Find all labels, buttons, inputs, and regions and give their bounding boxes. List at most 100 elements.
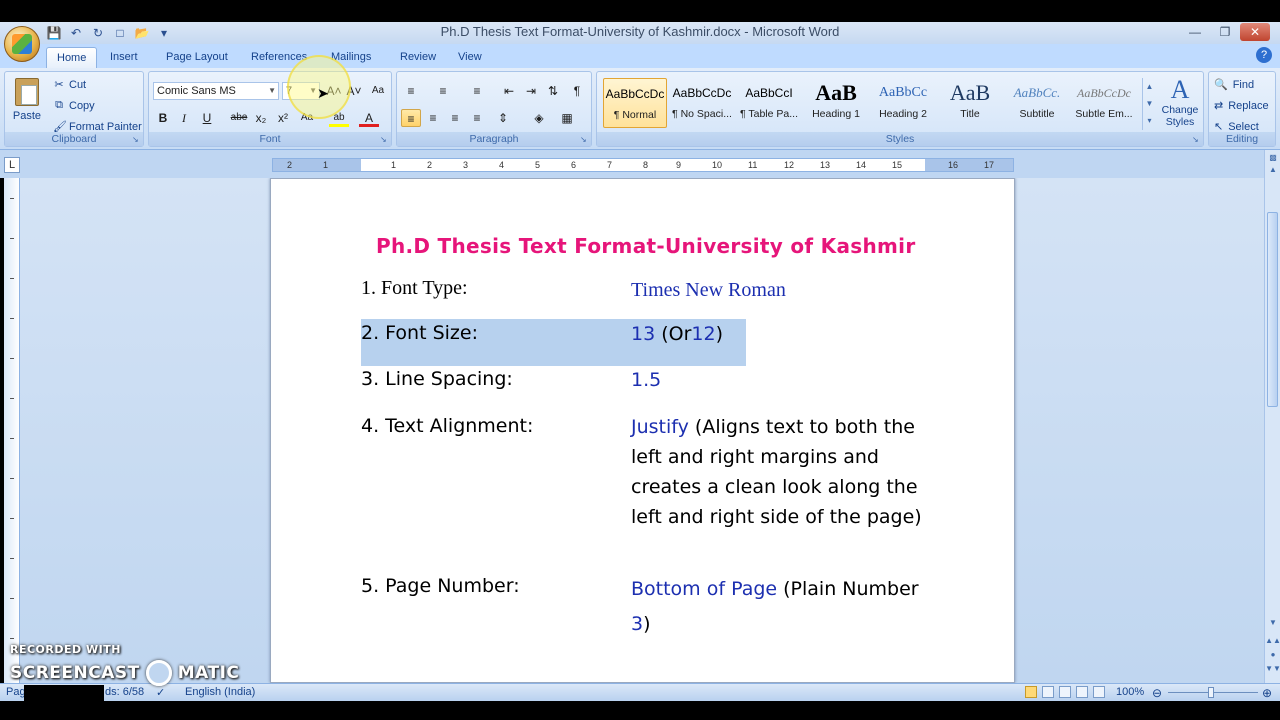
next-page-icon[interactable]: ▼▼ <box>1265 664 1280 673</box>
select-browse-object-icon[interactable]: ● <box>1265 650 1280 659</box>
tab-page-layout[interactable]: Page Layout <box>156 47 238 68</box>
find-button[interactable]: 🔍 Find <box>1214 78 1254 92</box>
editing-group-label: Editing <box>1209 132 1275 146</box>
copy-button[interactable]: ⧉ Copy <box>53 99 95 112</box>
office-button[interactable] <box>4 26 40 62</box>
replace-button[interactable]: ⇄ Replace <box>1214 99 1269 113</box>
line-spacing-icon[interactable]: ⇕ <box>493 109 513 127</box>
bullets-icon[interactable]: ≡ <box>401 82 421 100</box>
ruler-number: 1 <box>391 160 397 170</box>
word-count[interactable]: ds: 6/58 <box>105 686 144 698</box>
strikethrough-button[interactable]: abe <box>229 109 249 127</box>
tab-review[interactable]: Review <box>390 47 446 68</box>
clipboard-launcher-icon[interactable]: ↘ <box>132 135 141 144</box>
font-size-label[interactable]: 2. Font Size: <box>361 322 478 344</box>
styles-gallery-scroll[interactable]: ▲ ▼ ▾ <box>1142 78 1156 130</box>
styles-group-label: Styles <box>597 132 1203 146</box>
font-type-value[interactable]: Times New Roman <box>631 275 936 305</box>
horizontal-ruler[interactable]: 2 1 1 2 3 4 5 6 7 8 9 10 11 12 13 14 15 … <box>272 158 1014 172</box>
style-subtle-emphasis[interactable]: AaBbCcDc Subtle Em... <box>1072 78 1136 128</box>
bold-button[interactable]: B <box>153 109 173 127</box>
scroll-down-icon[interactable]: ▼ <box>1265 618 1280 627</box>
style-title[interactable]: AaB Title <box>938 78 1002 128</box>
style-name: Heading 2 <box>879 108 927 120</box>
proofing-icon[interactable]: ✓ <box>156 686 165 699</box>
style-normal[interactable]: AaBbCcDc ¶ Normal <box>603 78 667 128</box>
style-table-paragraph[interactable]: AaBbCcI ¶ Table Pa... <box>737 78 801 128</box>
text-alignment-value[interactable]: Justify (Aligns text to both the left an… <box>631 412 936 532</box>
decrease-indent-icon[interactable]: ⇤ <box>499 82 519 100</box>
change-styles-button[interactable]: A Change Styles <box>1159 76 1201 129</box>
close-button[interactable]: ✕ <box>1240 23 1270 41</box>
page-number-label[interactable]: 5. Page Number: <box>361 575 520 597</box>
previous-page-icon[interactable]: ▲▲ <box>1265 636 1280 645</box>
document-title[interactable]: Ph.D Thesis Text Format-University of Ka… <box>376 234 915 258</box>
line-spacing-value[interactable]: 1.5 <box>631 365 936 395</box>
font-name-value: Comic Sans MS <box>157 85 236 97</box>
cut-button[interactable]: ✂ Cut <box>53 78 86 92</box>
italic-button[interactable]: I <box>174 109 194 127</box>
font-color-button[interactable]: A <box>359 109 379 127</box>
style-sample: AaB <box>949 80 991 105</box>
vertical-scrollbar[interactable]: ▩ ▲ ▼ ▲▲ ● ▼▼ <box>1264 150 1280 683</box>
clear-formatting-button[interactable]: Aa <box>368 82 388 100</box>
style-no-spacing[interactable]: AaBbCcDc ¶ No Spaci... <box>670 78 734 128</box>
text-alignment-label[interactable]: 4. Text Alignment: <box>361 415 533 437</box>
document-page[interactable]: Ph.D Thesis Text Format-University of Ka… <box>270 178 1015 683</box>
chevron-down-icon: ▼ <box>268 86 276 95</box>
zoom-level[interactable]: 100% <box>1116 686 1144 698</box>
web-layout-view-icon[interactable] <box>1059 686 1071 698</box>
style-name: Subtle Em... <box>1075 108 1133 120</box>
restore-button[interactable]: ❐ <box>1210 23 1240 41</box>
show-formatting-icon[interactable]: ¶ <box>567 82 587 100</box>
style-heading-2[interactable]: AaBbCc Heading 2 <box>871 78 935 128</box>
increase-indent-icon[interactable]: ⇥ <box>521 82 541 100</box>
shading-icon[interactable]: ◈ <box>529 109 549 127</box>
style-subtitle[interactable]: AaBbCc. Subtitle <box>1005 78 1069 128</box>
justify-icon[interactable]: ≡ <box>467 109 487 127</box>
tab-insert[interactable]: Insert <box>100 47 148 68</box>
draft-view-icon[interactable] <box>1093 686 1105 698</box>
page-number-value[interactable]: Bottom of Page (Plain Number 3) <box>631 572 936 642</box>
font-size-value[interactable]: 13 (Or12) <box>631 319 936 349</box>
font-name-combo[interactable]: Comic Sans MS ▼ <box>153 82 279 100</box>
vertical-ruler[interactable] <box>4 178 20 683</box>
document-area[interactable]: Ph.D Thesis Text Format-University of Ka… <box>20 178 1264 683</box>
subscript-button[interactable]: x₂ <box>251 109 271 127</box>
ruler-number: 5 <box>535 160 541 170</box>
tab-view[interactable]: View <box>448 47 492 68</box>
sort-icon[interactable]: ⇅ <box>543 82 563 100</box>
zoom-slider-thumb[interactable] <box>1208 687 1214 698</box>
styles-launcher-icon[interactable]: ↘ <box>1192 135 1201 144</box>
font-launcher-icon[interactable]: ↘ <box>380 135 389 144</box>
minimize-button[interactable]: — <box>1180 23 1210 41</box>
paste-button[interactable]: Paste <box>11 76 43 128</box>
zoom-out-icon[interactable]: ⊖ <box>1152 686 1162 700</box>
language-indicator[interactable]: English (India) <box>185 686 255 698</box>
superscript-button[interactable]: x² <box>273 109 293 127</box>
scroll-up-icon[interactable]: ▲ <box>1265 162 1280 178</box>
full-screen-reading-view-icon[interactable] <box>1042 686 1054 698</box>
align-right-icon[interactable]: ≡ <box>445 109 465 127</box>
help-icon[interactable]: ? <box>1256 47 1272 63</box>
numbering-icon[interactable]: ≡ <box>433 82 453 100</box>
line-spacing-label[interactable]: 3. Line Spacing: <box>361 368 513 390</box>
print-layout-view-icon[interactable] <box>1025 686 1037 698</box>
align-center-icon[interactable]: ≡ <box>423 109 443 127</box>
multilevel-list-icon[interactable]: ≡ <box>467 82 487 100</box>
tab-home[interactable]: Home <box>46 47 98 68</box>
page-indicator[interactable]: Pag <box>6 686 26 698</box>
underline-button[interactable]: U <box>197 109 217 127</box>
tab-selector-button[interactable]: L <box>4 157 20 173</box>
align-left-icon[interactable]: ≡ <box>401 109 421 127</box>
format-painter-label: Format Painter <box>69 120 142 133</box>
outline-view-icon[interactable] <box>1076 686 1088 698</box>
screencast-logo-icon <box>145 660 172 686</box>
scroll-thumb[interactable] <box>1267 212 1278 407</box>
font-type-label[interactable]: 1. Font Type: <box>361 277 468 300</box>
paragraph-launcher-icon[interactable]: ↘ <box>580 135 589 144</box>
style-heading-1[interactable]: AaB Heading 1 <box>804 78 868 128</box>
borders-icon[interactable]: ▦ <box>557 109 577 127</box>
copy-icon: ⧉ <box>55 99 63 111</box>
zoom-in-icon[interactable]: ⊕ <box>1262 686 1272 700</box>
